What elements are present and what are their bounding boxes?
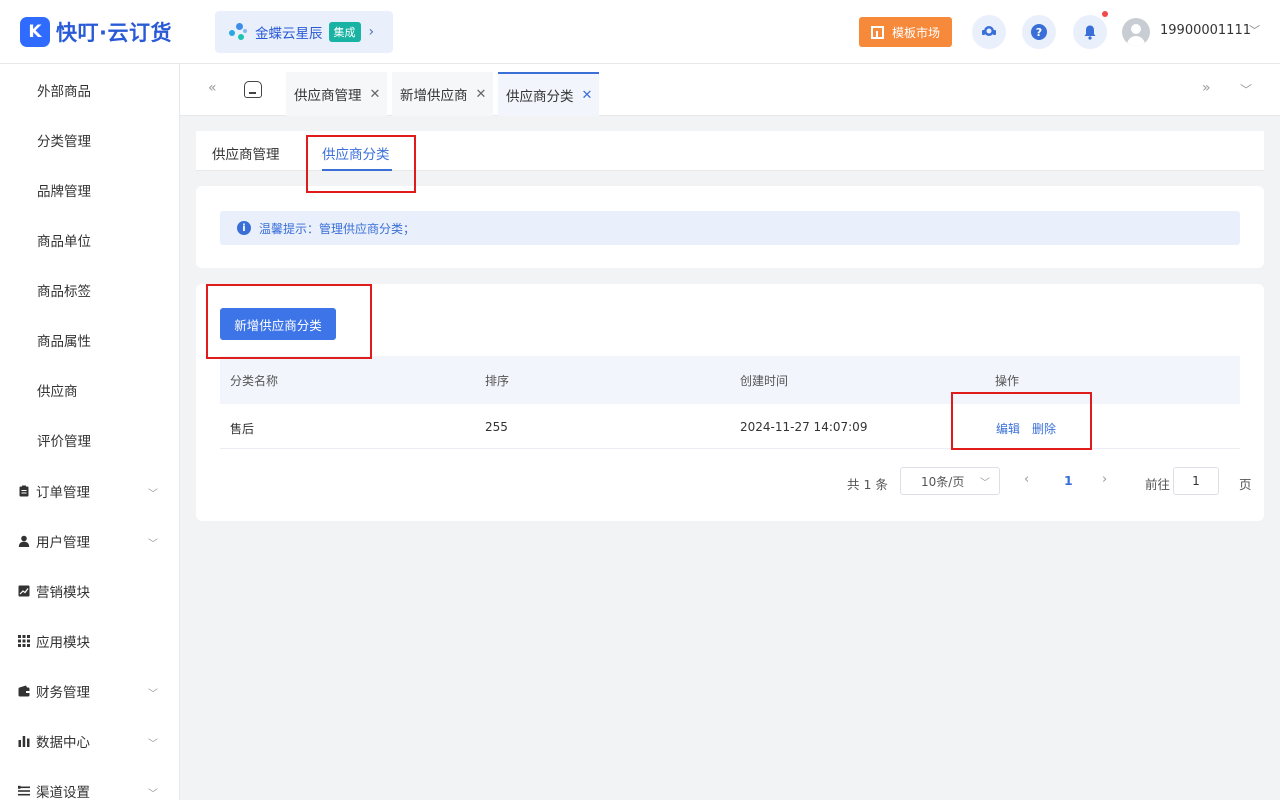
tab-label: 新增供应商 bbox=[400, 88, 468, 104]
app-name: 快叮·云订货 bbox=[56, 21, 172, 45]
prev-page-icon[interactable]: ‹ bbox=[1024, 472, 1029, 487]
highlight-box bbox=[206, 284, 372, 359]
sidebar-item-attributes[interactable]: 商品属性 bbox=[37, 330, 91, 350]
headset-icon bbox=[982, 26, 996, 36]
sidebar-group-finance[interactable]: 财务管理 bbox=[18, 681, 90, 701]
close-icon[interactable]: ✕ bbox=[370, 87, 381, 102]
highlight-box bbox=[951, 392, 1092, 450]
sidebar-group-orders[interactable]: 订单管理 bbox=[18, 481, 90, 501]
goto-label: 前往 bbox=[1145, 477, 1171, 492]
avatar[interactable] bbox=[1122, 18, 1150, 46]
notification-dot bbox=[1102, 11, 1108, 17]
notification-button[interactable] bbox=[1073, 15, 1107, 49]
bar-chart-icon bbox=[18, 736, 30, 747]
highlight-box bbox=[306, 135, 416, 193]
sidebar-group-label: 数据中心 bbox=[36, 735, 90, 751]
help-button[interactable]: ? bbox=[1022, 15, 1056, 49]
chevron-down-icon[interactable]: ﹀ bbox=[1240, 81, 1252, 98]
page-size-value: 10条/页 bbox=[921, 474, 965, 489]
close-icon[interactable]: ✕ bbox=[582, 88, 593, 103]
sort-cell: 255 bbox=[485, 420, 508, 434]
sidebar-item-brand[interactable]: 品牌管理 bbox=[37, 180, 91, 200]
sidebar-group-label: 用户管理 bbox=[36, 535, 90, 551]
template-icon bbox=[870, 25, 884, 39]
username[interactable]: 19900001111 bbox=[1160, 23, 1251, 38]
sidebar-item-tags[interactable]: 商品标签 bbox=[37, 280, 91, 300]
sidebar-group-label: 应用模块 bbox=[36, 635, 90, 651]
template-market-label: 模板市场 bbox=[891, 25, 940, 40]
scroll-right-icon[interactable]: » bbox=[1202, 80, 1211, 96]
sidebar-item-unit[interactable]: 商品单位 bbox=[37, 230, 91, 250]
sidebar-group-label: 营销模块 bbox=[36, 585, 90, 601]
sidebar-group-channel[interactable]: 渠道设置 bbox=[18, 781, 90, 800]
column-header: 操作 bbox=[995, 374, 1020, 388]
sidebar-group-label: 订单管理 bbox=[36, 485, 90, 501]
user-icon bbox=[18, 535, 30, 547]
integration-name: 金蝶云星辰 bbox=[255, 26, 323, 42]
chevron-down-icon: ﹀ bbox=[980, 478, 990, 489]
sidebar: 外部商品 分类管理 品牌管理 商品单位 商品标签 商品属性 供应商 评价管理 订… bbox=[0, 64, 180, 800]
chevron-down-icon[interactable]: ﹀ bbox=[148, 485, 158, 500]
created-time-cell: 2024-11-27 14:07:09 bbox=[740, 420, 868, 434]
sidebar-group-label: 财务管理 bbox=[36, 685, 90, 701]
page-suffix: 页 bbox=[1239, 477, 1252, 492]
tip-card: i 温馨提示：管理供应商分类； bbox=[196, 186, 1264, 268]
chevron-down-icon[interactable]: ﹀ bbox=[148, 785, 158, 800]
tab-label: 供应商管理 bbox=[294, 88, 362, 104]
top-header: K 快叮·云订货 金蝶云星辰 集成 › 模板市场 ? 19900001111 ﹀ bbox=[0, 0, 1280, 64]
page-size-select[interactable]: 10条/页 ﹀ bbox=[900, 467, 1000, 495]
tab-supplier-management[interactable]: 供应商管理 ✕ bbox=[286, 72, 387, 116]
bell-icon bbox=[1084, 25, 1096, 40]
chevron-right-icon: › bbox=[368, 24, 375, 40]
next-page-icon[interactable]: › bbox=[1102, 472, 1107, 487]
home-icon[interactable] bbox=[244, 81, 262, 98]
scroll-left-icon[interactable]: « bbox=[208, 80, 217, 96]
wallet-icon bbox=[18, 685, 30, 697]
kingdee-logo-icon bbox=[229, 22, 249, 42]
sidebar-item-supplier[interactable]: 供应商 bbox=[37, 380, 78, 400]
sidebar-group-users[interactable]: 用户管理 bbox=[18, 531, 90, 551]
customer-service-button[interactable] bbox=[972, 15, 1006, 49]
total-count: 共 1 条 bbox=[847, 477, 888, 492]
category-name-cell: 售后 bbox=[230, 422, 255, 436]
chevron-down-icon[interactable]: ﹀ bbox=[148, 685, 158, 700]
sidebar-item-category[interactable]: 分类管理 bbox=[37, 130, 91, 150]
info-icon: i bbox=[237, 221, 251, 235]
page-tab-bar: « 供应商管理 ✕ 新增供应商 ✕ 供应商分类 ✕ » ﹀ bbox=[180, 64, 1280, 116]
sidebar-item-reviews[interactable]: 评价管理 bbox=[37, 430, 91, 450]
trend-chart-icon bbox=[18, 585, 30, 597]
goto-page-input[interactable]: 1 bbox=[1173, 467, 1219, 495]
list-settings-icon bbox=[18, 785, 30, 796]
chevron-down-icon[interactable]: ﹀ bbox=[148, 535, 158, 550]
grid-apps-icon bbox=[18, 635, 30, 647]
page-number-current[interactable]: 1 bbox=[1064, 473, 1073, 488]
help-icon: ? bbox=[1031, 24, 1047, 40]
column-header: 排序 bbox=[485, 374, 510, 388]
sidebar-group-apps[interactable]: 应用模块 bbox=[18, 631, 90, 651]
column-header: 分类名称 bbox=[230, 374, 279, 388]
logo-mark-icon: K bbox=[20, 17, 50, 47]
app-logo[interactable]: K 快叮·云订货 bbox=[20, 17, 172, 47]
integration-switcher[interactable]: 金蝶云星辰 集成 › bbox=[215, 11, 393, 53]
tip-banner: i 温馨提示：管理供应商分类； bbox=[220, 211, 1240, 245]
sidebar-group-marketing[interactable]: 营销模块 bbox=[18, 581, 90, 601]
template-market-button[interactable]: 模板市场 bbox=[859, 17, 952, 47]
tab-label: 供应商分类 bbox=[506, 89, 574, 105]
subtab-supplier-management[interactable]: 供应商管理 bbox=[212, 143, 280, 163]
integration-badge: 集成 bbox=[328, 22, 361, 42]
column-header: 创建时间 bbox=[740, 374, 789, 388]
tab-add-supplier[interactable]: 新增供应商 ✕ bbox=[392, 72, 493, 116]
close-icon[interactable]: ✕ bbox=[476, 87, 487, 102]
tab-supplier-category[interactable]: 供应商分类 ✕ bbox=[498, 72, 599, 116]
pagination: 共 1 条 10条/页 ﹀ ‹ 1 › 前往 1 页 bbox=[196, 467, 1264, 495]
sidebar-group-data[interactable]: 数据中心 bbox=[18, 731, 90, 751]
clipboard-icon bbox=[19, 485, 29, 497]
chevron-down-icon[interactable]: ﹀ bbox=[1249, 22, 1260, 38]
sidebar-item-external-goods[interactable]: 外部商品 bbox=[37, 80, 91, 100]
sidebar-group-label: 渠道设置 bbox=[36, 785, 90, 800]
tip-text: 温馨提示：管理供应商分类； bbox=[259, 221, 416, 236]
chevron-down-icon[interactable]: ﹀ bbox=[148, 735, 158, 750]
